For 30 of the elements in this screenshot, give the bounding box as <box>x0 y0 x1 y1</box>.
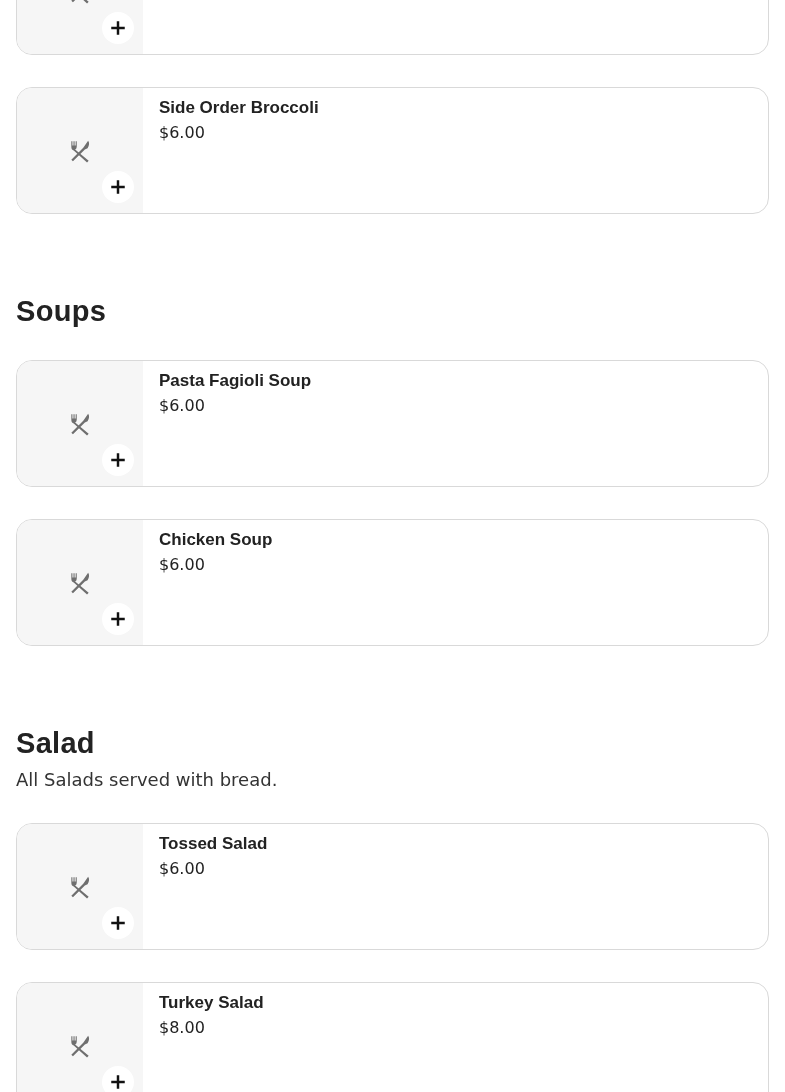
menu-item-card[interactable]: Chicken Soup $6.00 <box>16 519 769 646</box>
plus-icon <box>109 451 127 469</box>
item-price: $6.00 <box>159 396 206 416</box>
plus-icon <box>109 178 127 196</box>
menu-item-card[interactable]: Turkey Salad $8.00 <box>16 982 769 1092</box>
menu-item-card[interactable]: Pasta Fagioli Soup $6.00 <box>16 360 769 487</box>
add-button[interactable] <box>102 907 134 939</box>
add-button[interactable] <box>102 603 134 635</box>
add-button[interactable] <box>102 12 134 44</box>
section-description: All Salads served with bread. <box>16 769 279 791</box>
plus-icon <box>109 19 127 37</box>
plus-icon <box>109 1073 127 1091</box>
section-heading: Soups <box>16 294 108 328</box>
section-heading: Salad <box>16 726 96 760</box>
add-button[interactable] <box>102 1066 134 1092</box>
menu-item-card[interactable]: Side Order Broccoli $6.00 <box>16 87 769 214</box>
item-price: $6.00 <box>159 123 206 143</box>
add-button[interactable] <box>102 171 134 203</box>
item-price: $6.00 <box>159 555 206 575</box>
plus-icon <box>109 610 127 628</box>
item-name: Turkey Salad <box>159 993 264 1013</box>
add-button[interactable] <box>102 444 134 476</box>
menu-item-card[interactable]: Tossed Salad $6.00 <box>16 823 769 950</box>
item-name: Pasta Fagioli Soup <box>159 371 312 391</box>
item-name: Side Order Broccoli <box>159 98 319 118</box>
item-name: Tossed Salad <box>159 834 268 854</box>
item-price: $6.00 <box>159 859 206 879</box>
item-name: Chicken Soup <box>159 530 273 550</box>
item-price: $8.00 <box>159 1018 206 1038</box>
plus-icon <box>109 914 127 932</box>
